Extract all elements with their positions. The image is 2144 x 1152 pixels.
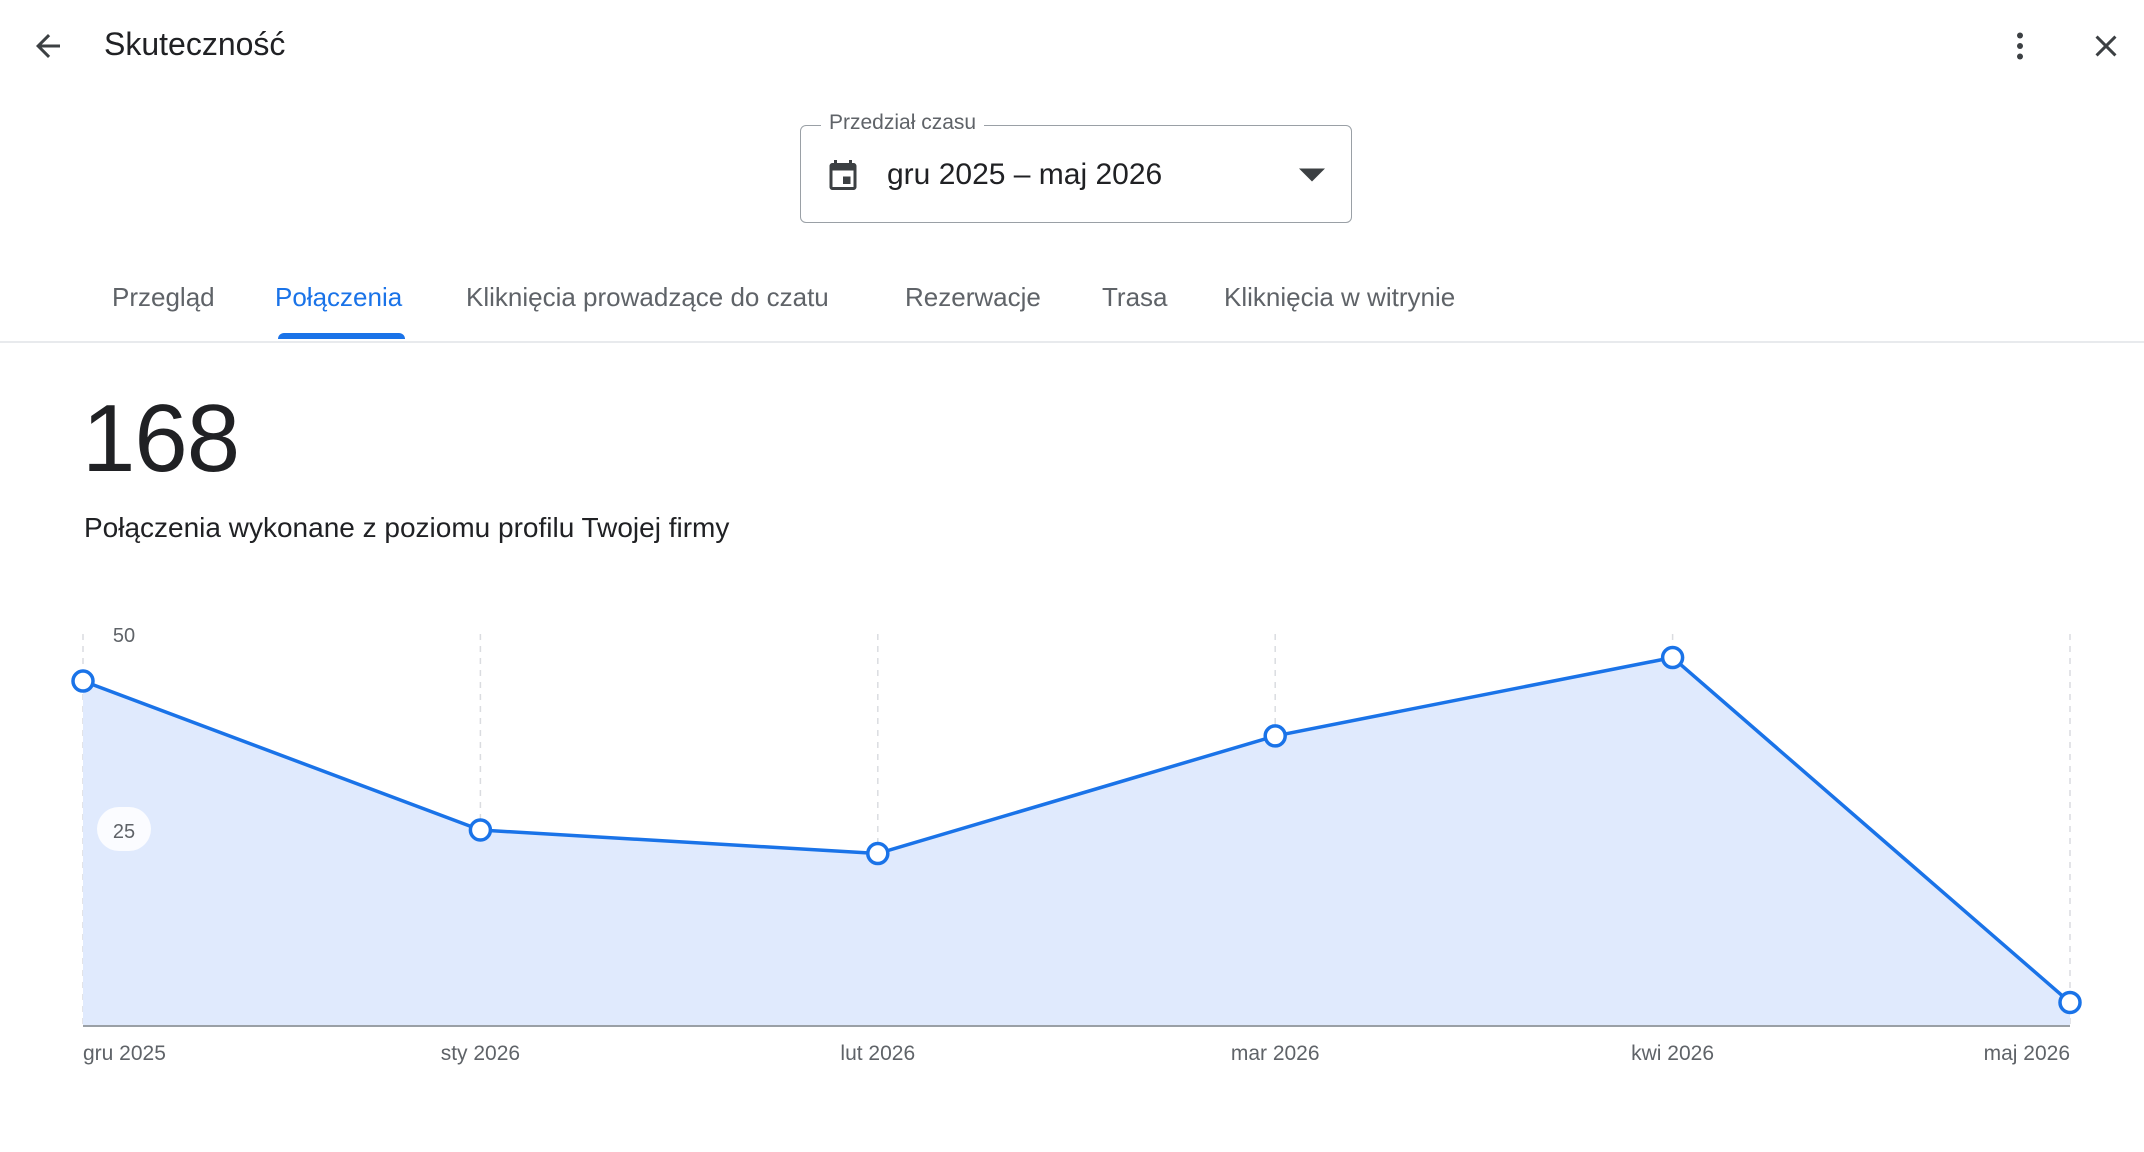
tab-klikniecia-czat[interactable]: Kliknięcia prowadzące do czatu <box>466 282 829 313</box>
data-point[interactable] <box>1660 645 1685 670</box>
tab-klikniecia-witryna[interactable]: Kliknięcia w witrynie <box>1224 282 1455 313</box>
date-range-label: Przedział czasu <box>821 111 985 135</box>
x-tick-label: maj 2026 <box>1984 1042 2070 1065</box>
y-tick-label: 50 <box>113 625 135 647</box>
y-tick: 25 <box>97 807 151 851</box>
calendar-icon <box>829 160 857 190</box>
date-range-select[interactable]: Przedział czasu gru 2025 – maj 2026 <box>800 111 1352 223</box>
date-range-value: gru 2025 – maj 2026 <box>887 158 1163 191</box>
back-button[interactable] <box>16 14 80 78</box>
data-point[interactable] <box>1263 724 1287 748</box>
page-title: Skuteczność <box>104 26 286 62</box>
tab-rezerwacje[interactable]: Rezerwacje <box>905 282 1041 313</box>
x-tick-label: mar 2026 <box>1231 1042 1320 1065</box>
tab-bar: Przegląd Połączenia Kliknięcia prowadząc… <box>0 260 2144 343</box>
tab-polaczenia[interactable]: Połączenia <box>275 282 402 313</box>
total-caption: Połączenia wykonane z poziomu profilu Tw… <box>84 512 730 543</box>
tab-przeglad[interactable]: Przegląd <box>112 282 215 313</box>
x-tick-label: lut 2026 <box>840 1042 915 1065</box>
y-tick: 50 <box>113 625 135 647</box>
more-options-button[interactable] <box>1988 14 2052 78</box>
tab-trasa[interactable]: Trasa <box>1102 282 1168 313</box>
dropdown-arrow-icon <box>1299 168 1325 182</box>
x-tick-label: gru 2025 <box>83 1042 166 1065</box>
chart-area-fill <box>83 657 2070 1026</box>
x-tick-label: kwi 2026 <box>1631 1042 1714 1065</box>
y-tick-label: 25 <box>113 821 135 843</box>
close-button[interactable] <box>2074 14 2138 78</box>
more-vert-icon <box>2017 32 2023 60</box>
close-icon <box>2095 35 2117 57</box>
arrow-back-icon <box>36 34 60 58</box>
data-point[interactable] <box>71 669 95 693</box>
data-point[interactable] <box>2058 990 2082 1015</box>
x-tick-label: sty 2026 <box>441 1042 520 1065</box>
active-tab-indicator <box>278 333 405 339</box>
total-value: 168 <box>82 385 240 492</box>
calls-chart: 25 50 gru 2025 sty 2026 lut 2026 mar 2026 kwi… <box>71 625 2082 1065</box>
data-point[interactable] <box>866 841 890 866</box>
top-app-bar: Skuteczność <box>0 0 2144 92</box>
data-point[interactable] <box>468 818 493 842</box>
chart-x-labels: gru 2025 sty 2026 lut 2026 mar 2026 kwi 2026… <box>83 1042 2070 1065</box>
